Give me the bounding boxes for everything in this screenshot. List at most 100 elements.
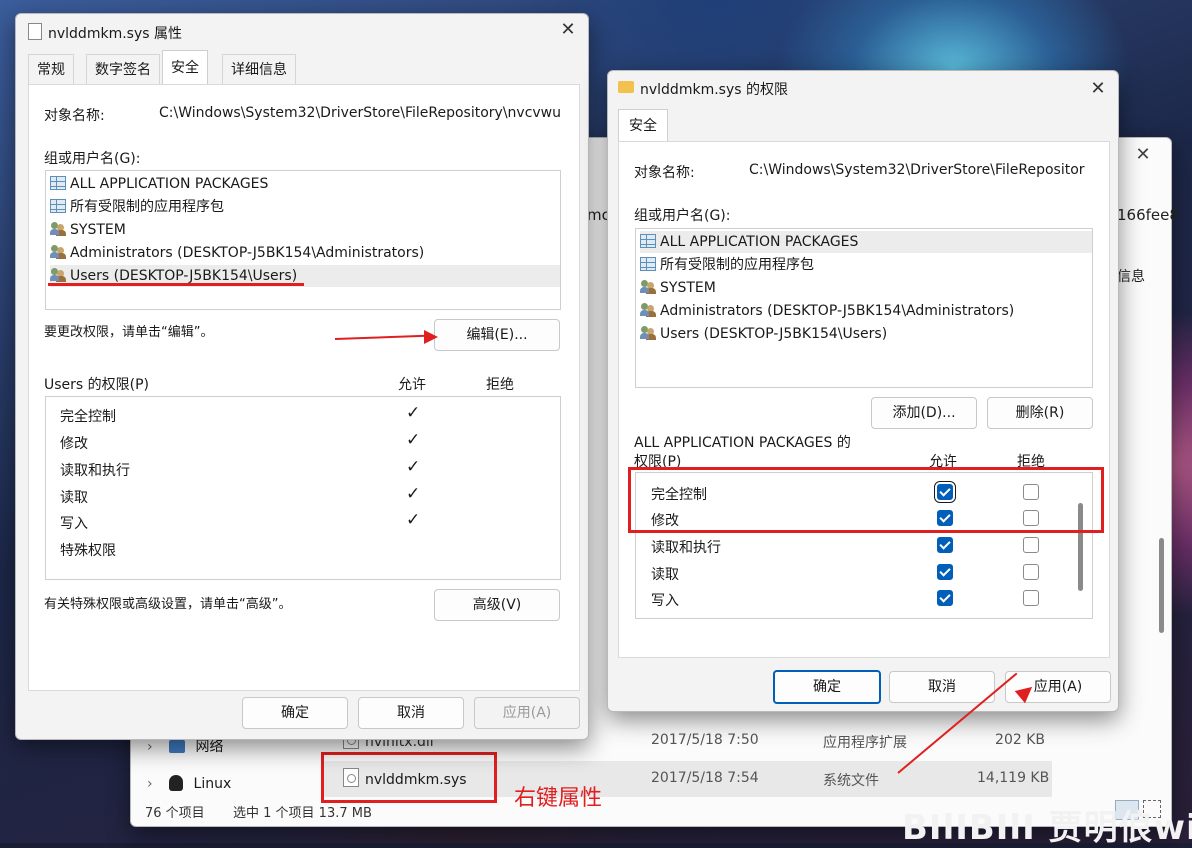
check-icon: ✓ xyxy=(406,430,421,450)
nav-item-label: Linux xyxy=(193,776,232,792)
check-icon: ✓ xyxy=(406,457,421,477)
highlight-box-permissions xyxy=(628,467,1104,533)
file-type: 系统文件 xyxy=(823,773,879,789)
perm-name: 读取 xyxy=(651,567,679,583)
explorer-scrollbar[interactable] xyxy=(1159,538,1164,633)
ok-button[interactable]: 确定 xyxy=(242,697,348,729)
dialog-title: nvlddmkm.sys 属性 xyxy=(48,26,182,42)
status-item-count: 76 个项目 xyxy=(145,806,205,821)
user-group-icon xyxy=(50,268,66,282)
allow-checkbox-write[interactable] xyxy=(937,590,953,606)
permissions-title: Users 的权限(P) xyxy=(44,377,150,393)
network-icon xyxy=(169,740,186,753)
user-listbox[interactable]: ALL APPLICATION PACKAGES 所有受限制的应用程序包 SYS… xyxy=(635,228,1093,388)
deny-checkbox-write[interactable] xyxy=(1023,590,1039,606)
deny-checkbox-read-execute[interactable] xyxy=(1023,537,1039,553)
permissions-titlebar: nvlddmkm.sys 的权限 ✕ xyxy=(608,71,1118,105)
file-type: 应用程序扩展 xyxy=(823,735,907,751)
edit-hint: 要更改权限，请单击“编辑”。 xyxy=(44,325,214,340)
user-listbox[interactable]: ALL APPLICATION PACKAGES 所有受限制的应用程序包 SYS… xyxy=(45,170,561,310)
user-item[interactable]: 所有受限制的应用程序包 xyxy=(640,254,814,276)
user-group-icon xyxy=(640,280,656,294)
file-size: 202 KB xyxy=(995,732,1045,748)
highlight-box-file xyxy=(321,752,497,803)
ok-button[interactable]: 确定 xyxy=(773,670,881,704)
properties-titlebar: nvlddmkm.sys 属性 ✕ xyxy=(16,14,588,48)
user-item[interactable]: Administrators (DESKTOP-J5BK154\Administ… xyxy=(640,300,1014,322)
watermark: BIlIBIlI 贾明俍wise xyxy=(902,808,1192,848)
advanced-hint: 有关特殊权限或高级设置，请单击“高级”。 xyxy=(44,597,292,612)
permissions-dialog: nvlddmkm.sys 的权限 ✕ 安全 对象名称: C:\Windows\S… xyxy=(607,70,1119,712)
file-date: 2017/5/18 7:50 xyxy=(651,732,759,748)
user-group-icon xyxy=(640,303,656,317)
user-group-icon xyxy=(50,245,66,259)
advanced-button[interactable]: 高级(V) xyxy=(434,589,560,621)
cancel-button[interactable]: 取消 xyxy=(889,671,995,703)
group-label: 组或用户名(G): xyxy=(634,208,731,224)
explorer-close-icon[interactable]: ✕ xyxy=(1131,144,1155,168)
perm-name: 特殊权限 xyxy=(60,543,116,559)
check-icon: ✓ xyxy=(406,484,421,504)
close-icon[interactable]: ✕ xyxy=(558,20,578,40)
object-name-value: C:\Windows\System32\DriverStore\FileRepo… xyxy=(159,105,561,121)
check-icon: ✓ xyxy=(406,510,421,530)
allow-checkbox-read-execute[interactable] xyxy=(937,537,953,553)
user-item[interactable]: SYSTEM xyxy=(640,277,716,299)
user-group-icon xyxy=(640,326,656,340)
chevron-right-icon[interactable]: › xyxy=(147,739,153,755)
object-name-label: 对象名称: xyxy=(44,108,105,124)
annotation-right-click: 右键属性 xyxy=(514,786,603,811)
user-item[interactable]: SYSTEM xyxy=(50,219,126,241)
deny-checkbox-read[interactable] xyxy=(1023,564,1039,580)
nav-item-label: 网络 xyxy=(195,739,224,755)
perm-name: 写入 xyxy=(651,593,679,609)
close-icon[interactable]: ✕ xyxy=(1088,79,1108,99)
perm-name: 修改 xyxy=(60,436,88,452)
file-size: 14,119 KB xyxy=(977,770,1050,786)
red-underline xyxy=(48,283,304,286)
object-name-value: C:\Windows\System32\DriverStore\FileRepo… xyxy=(749,162,1085,178)
security-panel: 对象名称: C:\Windows\System32\DriverStore\Fi… xyxy=(28,84,580,691)
linux-icon xyxy=(169,775,184,791)
user-item-selected[interactable]: ALL APPLICATION PACKAGES xyxy=(640,231,1092,253)
arrow-head-icon xyxy=(424,330,438,344)
tab-security[interactable]: 安全 xyxy=(618,109,668,142)
user-item[interactable]: 所有受限制的应用程序包 xyxy=(50,196,224,218)
explorer-hash-fragment: 166fee8 xyxy=(1117,206,1179,224)
file-icon xyxy=(28,23,42,40)
security-panel: 对象名称: C:\Windows\System32\DriverStore\Fi… xyxy=(618,141,1110,658)
tab-general[interactable]: 常规 xyxy=(28,54,74,85)
object-name-label: 对象名称: xyxy=(634,165,695,181)
user-item[interactable]: Administrators (DESKTOP-J5BK154\Administ… xyxy=(50,242,424,264)
perm-name: 读取和执行 xyxy=(651,540,721,556)
package-group-icon xyxy=(640,234,656,248)
package-group-icon xyxy=(50,199,66,213)
remove-button[interactable]: 删除(R) xyxy=(987,397,1093,429)
user-item[interactable]: ALL APPLICATION PACKAGES xyxy=(50,173,268,195)
package-group-icon xyxy=(50,176,66,190)
tab-security[interactable]: 安全 xyxy=(162,50,208,85)
dialog-title: nvlddmkm.sys 的权限 xyxy=(640,82,788,98)
add-button[interactable]: 添加(D)... xyxy=(871,397,977,429)
tab-digital-signature[interactable]: 数字签名 xyxy=(86,54,160,85)
allow-header: 允许 xyxy=(398,377,426,393)
tab-details[interactable]: 详细信息 xyxy=(222,54,296,85)
perm-name: 读取 xyxy=(60,490,88,506)
perm-name: 读取和执行 xyxy=(60,463,130,479)
cancel-button[interactable]: 取消 xyxy=(358,697,464,729)
apply-button[interactable]: 应用(A) xyxy=(474,697,580,729)
package-group-icon xyxy=(640,257,656,271)
allow-checkbox-read[interactable] xyxy=(937,564,953,580)
explorer-info-fragment: 信息 xyxy=(1117,269,1145,285)
check-icon: ✓ xyxy=(406,403,421,423)
group-label: 组或用户名(G): xyxy=(44,151,141,167)
user-item[interactable]: Users (DESKTOP-J5BK154\Users) xyxy=(640,323,887,345)
edit-button[interactable]: 编辑(E)... xyxy=(434,319,560,351)
perm-name: 完全控制 xyxy=(60,409,116,425)
properties-dialog: nvlddmkm.sys 属性 ✕ 常规 数字签名 安全 详细信息 对象名称: … xyxy=(15,13,589,740)
nav-item-linux[interactable]: › Linux xyxy=(147,775,231,792)
perm-name: 写入 xyxy=(60,516,88,532)
permissions-list: 完全控制 ✓ 修改 ✓ 读取和执行 ✓ 读取 ✓ 写入 ✓ 特殊权限 xyxy=(45,396,561,580)
folder-icon xyxy=(618,81,634,93)
chevron-right-icon[interactable]: › xyxy=(147,776,153,792)
